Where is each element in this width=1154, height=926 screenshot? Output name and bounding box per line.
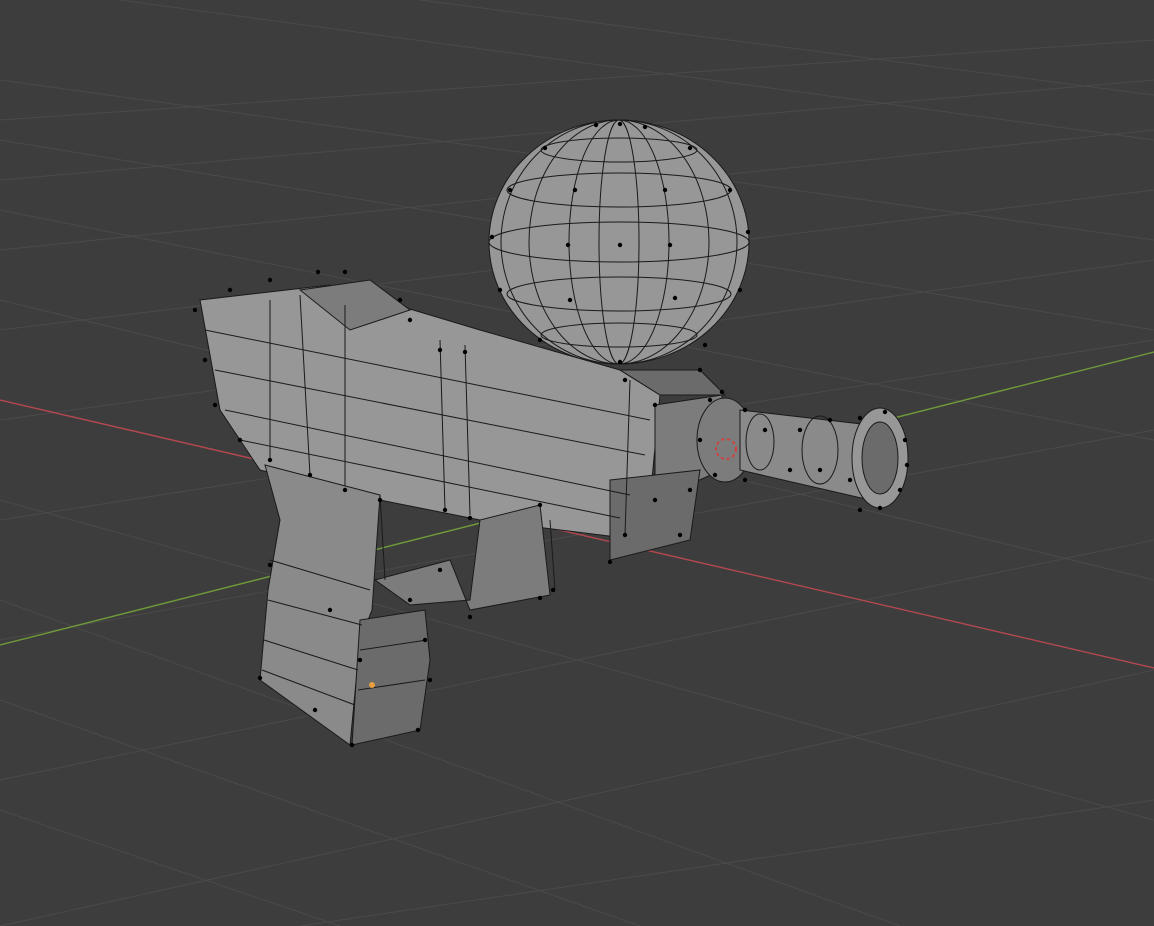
sphere-mesh[interactable] xyxy=(488,119,750,365)
viewport-canvas[interactable] xyxy=(0,0,1154,926)
3d-viewport[interactable] xyxy=(0,0,1154,926)
object-origin-point xyxy=(369,682,375,688)
barrel-nozzle-mesh[interactable] xyxy=(696,397,909,509)
